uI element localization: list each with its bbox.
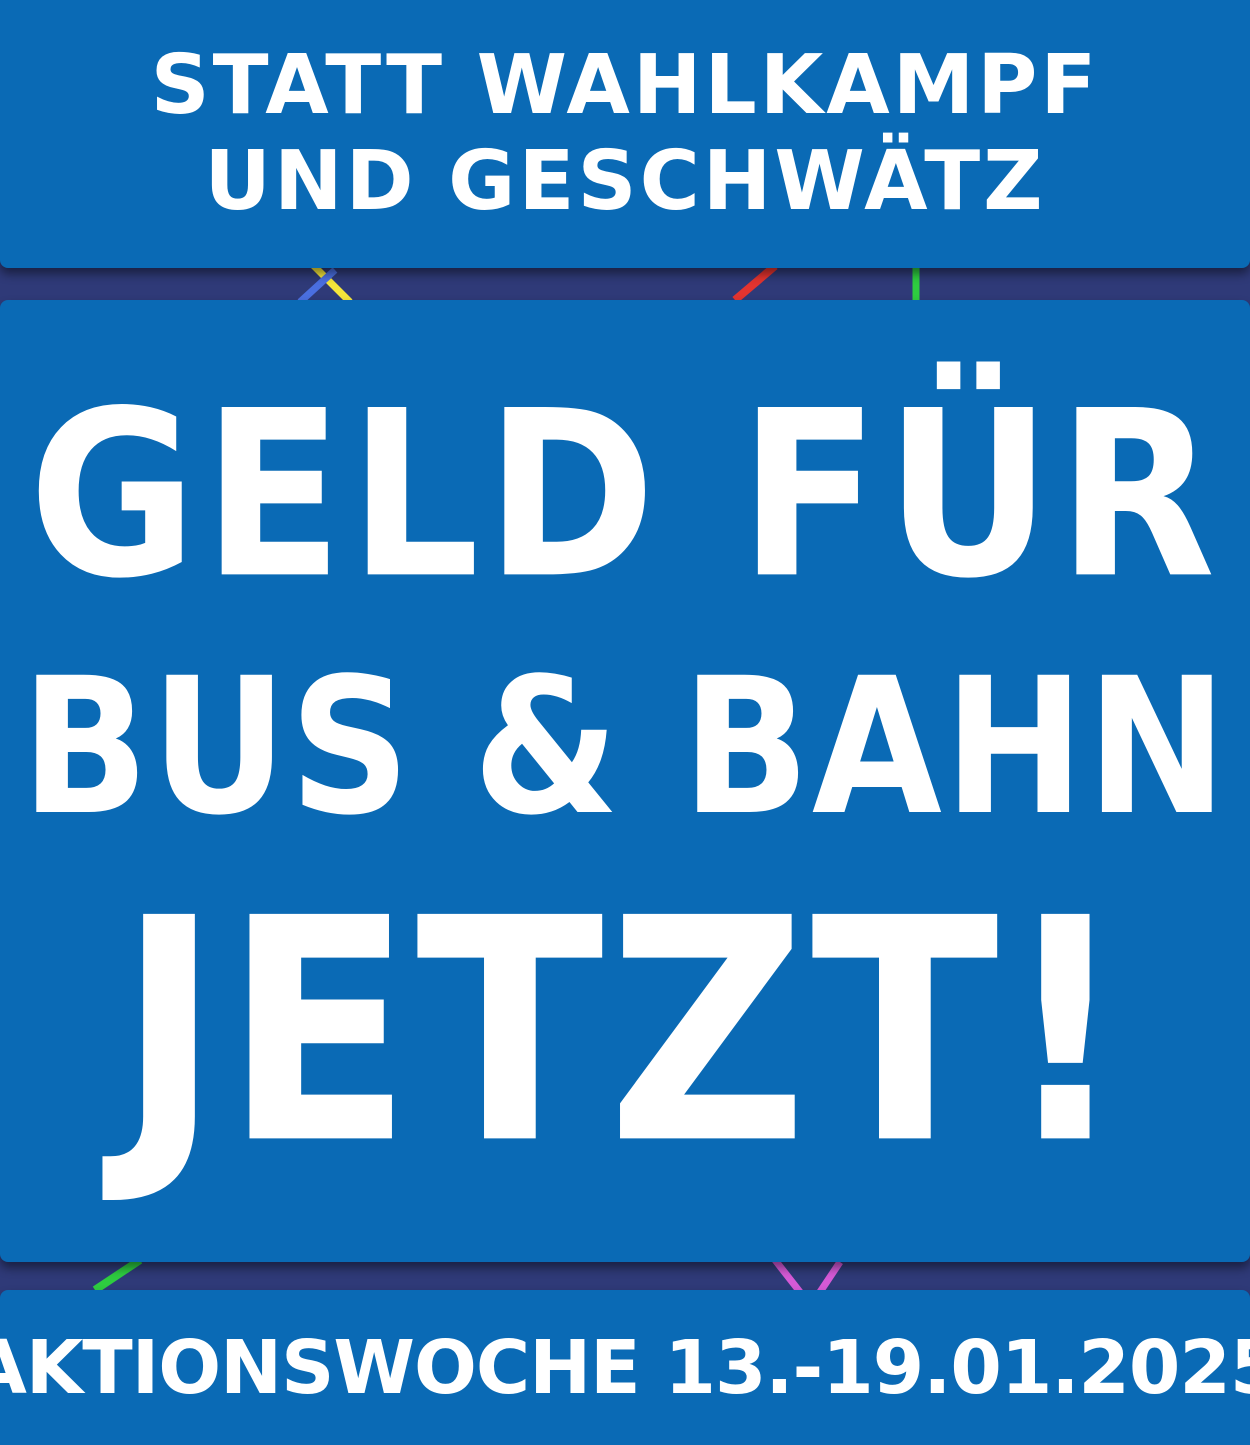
transit-line-green-bottom [92,1256,143,1294]
transit-line-purple-2 [817,1260,843,1294]
headline-panel: GELD FÜR BUS & BAHN JETZT! [0,300,1250,1262]
header-line-2: UND GESCHWÄTZ [204,134,1046,229]
transit-line-purple-1 [772,1257,803,1295]
transit-line-red [732,262,778,304]
headline-line-3: JETZT! [117,852,1133,1212]
footer-banner: AKTIONSWOCHE 13.-19.01.2025 [0,1290,1250,1445]
headline-line-1: GELD FÜR [28,362,1222,630]
header-line-1: STATT WAHLKAMPF [150,38,1100,133]
headline-line-2: BUS & BAHN [20,637,1230,857]
action-week-dates: AKTIONSWOCHE 13.-19.01.2025 [0,1324,1250,1411]
header-banner: STATT WAHLKAMPF UND GESCHWÄTZ [0,0,1250,268]
transit-line-yellow [307,259,353,305]
